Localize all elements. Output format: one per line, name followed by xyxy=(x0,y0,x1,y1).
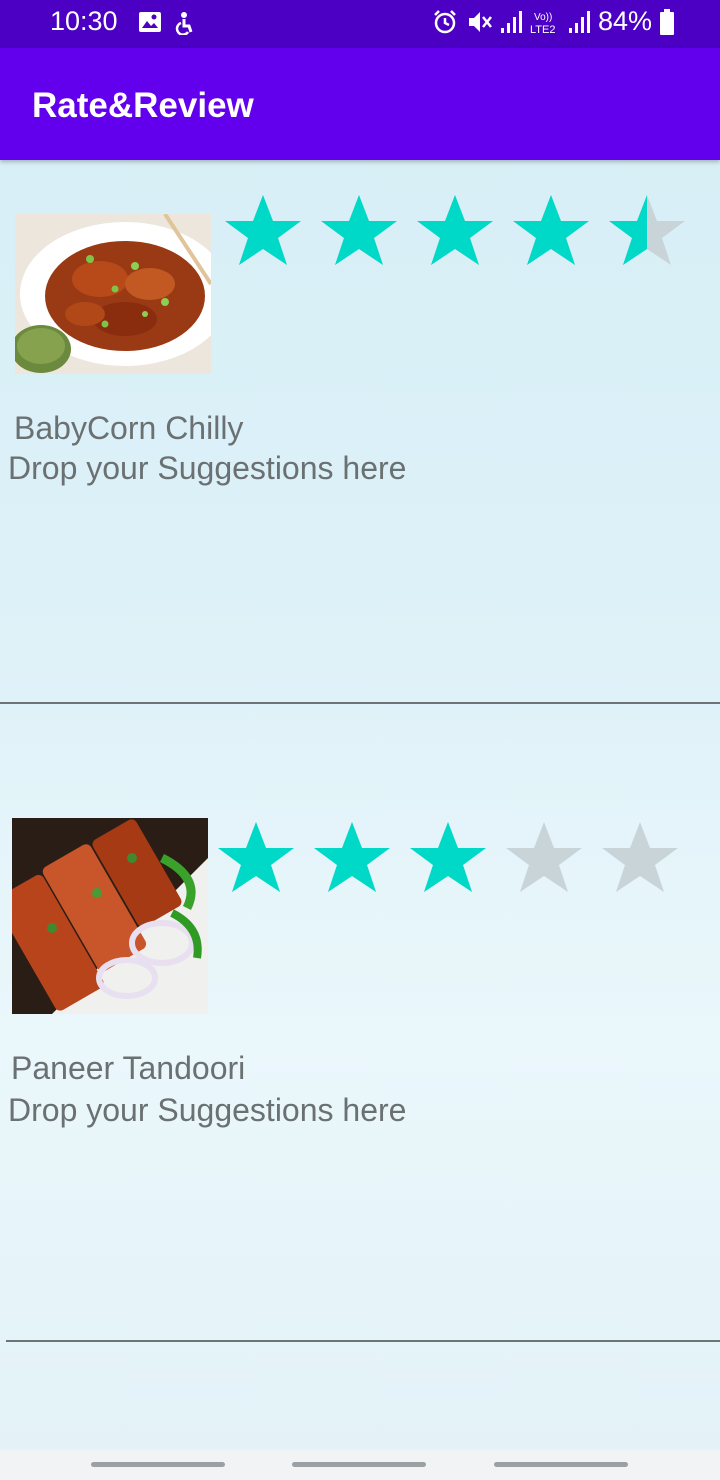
food-image-paneer-tandoori xyxy=(12,818,208,1014)
star-empty-icon[interactable] xyxy=(592,818,688,898)
navigation-bar xyxy=(0,1450,720,1480)
image-icon xyxy=(139,12,161,32)
divider xyxy=(0,702,720,704)
alarm-icon xyxy=(434,9,456,33)
nav-recents-button[interactable] xyxy=(91,1462,225,1467)
suggestion-input[interactable] xyxy=(8,1092,608,1129)
svg-text:Vo)): Vo)) xyxy=(534,12,552,23)
star-filled-icon[interactable] xyxy=(208,818,304,898)
app-title: Rate&Review xyxy=(32,86,254,125)
mute-icon xyxy=(468,11,492,32)
battery-percentage: 84% xyxy=(597,6,652,36)
rating-bar[interactable] xyxy=(215,191,695,271)
suggestion-input[interactable] xyxy=(8,450,608,487)
star-filled-icon[interactable] xyxy=(304,818,400,898)
status-right-icons: Vo)) LTE2 84% xyxy=(432,6,674,37)
rating-bar[interactable] xyxy=(208,818,688,898)
star-filled-icon[interactable] xyxy=(215,191,311,271)
star-half-icon[interactable] xyxy=(599,191,695,271)
svg-text:LTE2: LTE2 xyxy=(530,24,555,35)
volte-lte2-icon: Vo)) LTE2 xyxy=(530,12,555,35)
nav-back-button[interactable] xyxy=(494,1462,628,1467)
status-bar: 10:30 Vo)) LTE2 84% xyxy=(0,0,720,48)
signal-icon xyxy=(568,10,590,33)
signal-icon xyxy=(500,10,522,33)
nav-home-button[interactable] xyxy=(292,1462,426,1467)
star-filled-icon[interactable] xyxy=(407,191,503,271)
food-name: BabyCorn Chilly xyxy=(14,410,244,446)
app-bar: Rate&Review xyxy=(0,48,720,160)
battery-icon xyxy=(660,8,674,35)
food-name: Paneer Tandoori xyxy=(11,1050,246,1086)
star-filled-icon[interactable] xyxy=(400,818,496,898)
divider xyxy=(6,1340,720,1342)
star-filled-icon[interactable] xyxy=(311,191,407,271)
status-time: 10:30 xyxy=(50,6,118,36)
food-image-babycorn-chilly xyxy=(15,214,211,374)
star-filled-icon[interactable] xyxy=(503,191,599,271)
accessibility-icon xyxy=(175,12,193,35)
status-left-icons xyxy=(138,11,198,35)
star-empty-icon[interactable] xyxy=(496,818,592,898)
